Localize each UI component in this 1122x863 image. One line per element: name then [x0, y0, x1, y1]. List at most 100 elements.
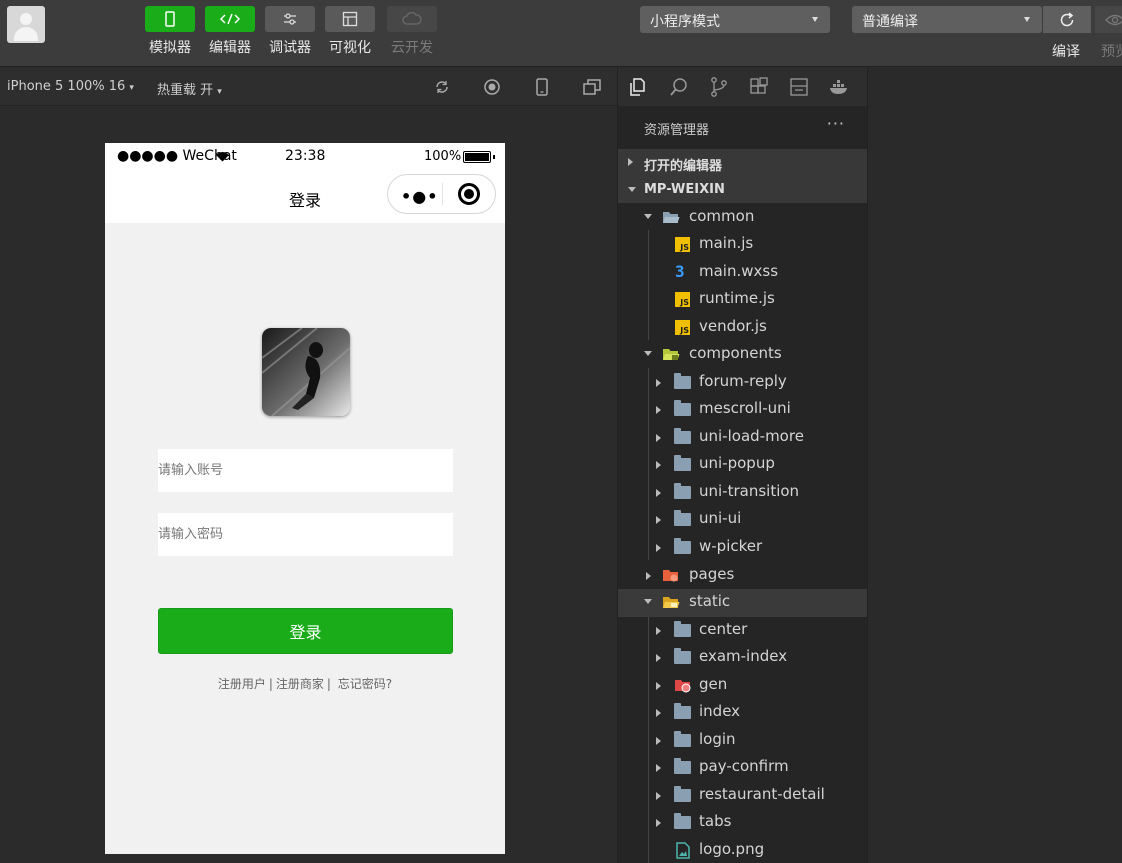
- password-input[interactable]: [158, 513, 453, 556]
- debugger-toggle-button[interactable]: 调试器: [265, 6, 315, 58]
- tree-folder-pages[interactable]: pages: [618, 562, 868, 590]
- tree-item-label: static: [689, 592, 731, 610]
- cloud-icon: [402, 12, 422, 25]
- user-avatar[interactable]: [7, 6, 45, 43]
- folder-icon: [674, 731, 691, 747]
- simulator-toolbar: iPhone 5 100% 16 ▾ 热重载 开 ▾: [0, 68, 617, 106]
- tree-item-label: mescroll-uni: [699, 399, 791, 417]
- docker-icon[interactable]: [828, 76, 850, 98]
- compile-mode-select[interactable]: 普通编译: [852, 6, 1042, 33]
- tree-folder-restaurant-detail[interactable]: restaurant-detail: [618, 782, 868, 810]
- tree-item-label: runtime.js: [699, 289, 775, 307]
- open-editors-section[interactable]: 打开的编辑器: [618, 149, 868, 176]
- visual-toggle-button[interactable]: 可视化: [325, 6, 375, 58]
- compile-mode-value: 普通编译: [862, 14, 918, 30]
- cloud-dev-label: 云开发: [391, 40, 433, 56]
- storage-icon[interactable]: [788, 76, 810, 98]
- project-section[interactable]: MP-WEIXIN: [618, 176, 868, 203]
- tree-folder-static[interactable]: static: [618, 589, 868, 617]
- tree-file-runtime-js[interactable]: JS runtime.js: [618, 286, 868, 314]
- tree-item-label: main.js: [699, 234, 754, 252]
- tree-folder-mescroll-uni[interactable]: mescroll-uni: [618, 396, 868, 424]
- logo-image: [262, 328, 350, 416]
- tree-item-label: index: [699, 702, 741, 720]
- tree-folder-uni-ui[interactable]: uni-ui: [618, 506, 868, 534]
- compile-button[interactable]: [1043, 6, 1091, 33]
- chevron-right-icon: [656, 709, 661, 717]
- device-icon[interactable]: [532, 77, 552, 97]
- device-select-value: iPhone 5 100% 16: [7, 79, 126, 94]
- chevron-down-icon: [644, 351, 652, 356]
- preview-label: 预览: [1101, 44, 1122, 60]
- folder-icon: [674, 758, 691, 774]
- account-input[interactable]: [158, 449, 453, 492]
- tree-file-main-wxss[interactable]: 3 main.wxss: [618, 259, 868, 287]
- tree-folder-common[interactable]: common: [618, 204, 868, 232]
- tree-folder-center[interactable]: center: [618, 617, 868, 645]
- record-icon[interactable]: [482, 77, 502, 97]
- tree-folder-pay-confirm[interactable]: pay-confirm: [618, 754, 868, 782]
- register-merchant-link[interactable]: 注册商家: [276, 677, 324, 691]
- js-file-icon: JS: [675, 237, 690, 252]
- tree-folder-uni-popup[interactable]: uni-popup: [618, 451, 868, 479]
- more-icon[interactable]: •●•: [401, 187, 438, 206]
- editor-toggle-button[interactable]: 编辑器: [205, 6, 255, 58]
- editor-area: [867, 68, 1122, 863]
- close-capsule-icon[interactable]: [458, 183, 480, 205]
- tree-item-label: uni-transition: [699, 482, 800, 500]
- tree-folder-w-picker[interactable]: w-picker: [618, 534, 868, 562]
- chevron-right-icon: [656, 544, 661, 552]
- tree-folder-index[interactable]: index: [618, 699, 868, 727]
- phone-status-bar: ●●●●● WeChat 23:38 100%: [105, 143, 505, 171]
- extensions-icon[interactable]: [748, 76, 770, 98]
- search-icon[interactable]: [668, 76, 690, 98]
- mode-select[interactable]: 小程序模式: [640, 6, 830, 33]
- tree-item-label: vendor.js: [699, 317, 767, 335]
- files-icon[interactable]: [628, 76, 650, 98]
- status-time: 23:38: [285, 148, 326, 164]
- folder-icon: [674, 538, 691, 554]
- tree-item-label: components: [689, 344, 782, 362]
- tree-file-vendor-js[interactable]: JS vendor.js: [618, 314, 868, 342]
- tree-file-main-js[interactable]: JS main.js: [618, 231, 868, 259]
- device-select[interactable]: iPhone 5 100% 16 ▾: [7, 79, 134, 94]
- login-button[interactable]: 登录: [158, 608, 453, 654]
- chevron-right-icon: [656, 461, 661, 469]
- tree-item-label: main.wxss: [699, 262, 779, 280]
- visual-label: 可视化: [329, 40, 371, 56]
- tree-folder-uni-load-more[interactable]: uni-load-more: [618, 424, 868, 452]
- tree-folder-forum-reply[interactable]: forum-reply: [618, 369, 868, 397]
- preview-button[interactable]: [1095, 6, 1122, 33]
- battery-icon: [463, 151, 491, 163]
- hot-reload-select[interactable]: 热重载 开 ▾: [157, 79, 222, 98]
- register-user-link[interactable]: 注册用户: [218, 677, 266, 691]
- more-icon[interactable]: ···: [827, 114, 845, 133]
- tree-item-label: pages: [689, 565, 735, 583]
- tree-folder-components[interactable]: components: [618, 341, 868, 369]
- rotate-icon[interactable]: [432, 77, 452, 97]
- tree-item-label: logo.png: [699, 840, 765, 858]
- chevron-right-icon: [656, 489, 661, 497]
- tree-item-label: w-picker: [699, 537, 763, 555]
- debugger-label: 调试器: [269, 40, 311, 56]
- simulator-toggle-button[interactable]: 模拟器: [145, 6, 195, 58]
- tree-item-label: uni-load-more: [699, 427, 804, 445]
- phone-icon: [165, 11, 175, 27]
- tree-folder-exam-index[interactable]: exam-index: [618, 644, 868, 672]
- forgot-password-link[interactable]: 忘记密码?: [338, 677, 392, 691]
- open-editors-label: 打开的编辑器: [644, 159, 723, 174]
- tree-item-label: center: [699, 620, 748, 638]
- source-control-icon[interactable]: [708, 76, 730, 98]
- tree-folder-uni-transition[interactable]: uni-transition: [618, 479, 868, 507]
- detach-window-icon[interactable]: [582, 77, 602, 97]
- tree-folder-gen[interactable]: gen: [618, 672, 868, 700]
- tree-file-logo-png[interactable]: logo.png: [618, 837, 868, 863]
- cloud-dev-button[interactable]: 云开发: [387, 6, 437, 58]
- folder-icon: [674, 510, 691, 526]
- editor-label: 编辑器: [209, 40, 251, 56]
- hot-reload-value: 热重载 开: [157, 83, 214, 98]
- tree-folder-tabs[interactable]: tabs: [618, 809, 868, 837]
- file-explorer: 资源管理器 ··· 打开的编辑器 MP-WEIXIN common JS mai…: [617, 106, 868, 863]
- tree-folder-login[interactable]: login: [618, 727, 868, 755]
- simulator-area: ●●●●● WeChat 23:38 100% 登录 •●• 请输入账号 请输入…: [0, 106, 617, 863]
